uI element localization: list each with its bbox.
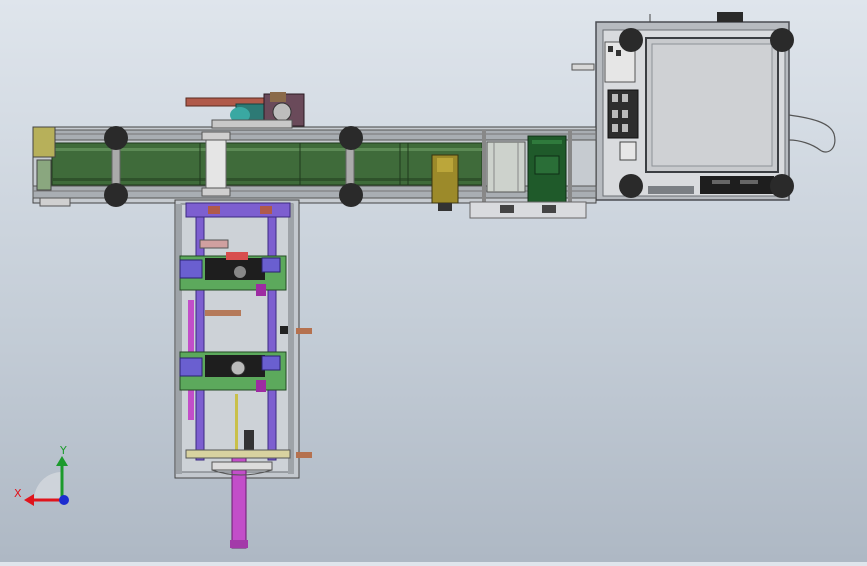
vertical-frame[interactable]	[174, 199, 312, 549]
carriage-lower	[179, 351, 287, 392]
y-axis-label: Y	[59, 444, 67, 457]
bolt-icon	[770, 28, 794, 52]
conveyor-horizontal[interactable]	[32, 92, 597, 219]
cad-viewport[interactable]: Y X	[0, 0, 867, 562]
bolt-icon	[104, 183, 128, 207]
bolt-icon	[339, 183, 363, 207]
bolt-icon	[770, 174, 794, 198]
z-axis-dot	[59, 495, 69, 505]
bolt-icon	[619, 28, 643, 52]
control-cabinet[interactable]	[571, 12, 836, 201]
x-axis-label: X	[14, 487, 22, 500]
axis-triad: Y X	[14, 444, 69, 506]
bolt-icon	[339, 126, 363, 150]
bolt-icon	[104, 126, 128, 150]
bolt-icon	[619, 174, 643, 198]
